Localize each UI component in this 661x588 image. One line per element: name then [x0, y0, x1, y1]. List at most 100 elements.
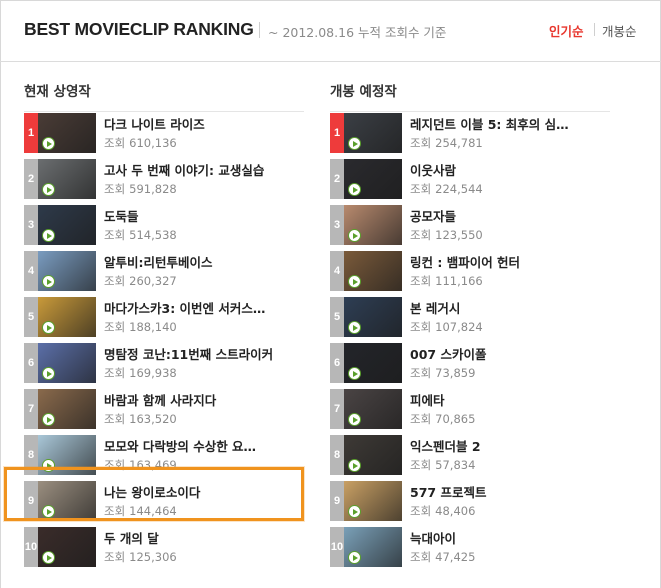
movie-thumbnail[interactable]: [38, 389, 96, 429]
rank-number: 1: [24, 113, 38, 153]
view-count-value: 48,406: [435, 504, 476, 518]
movie-thumbnail[interactable]: [344, 435, 402, 475]
play-icon[interactable]: [42, 367, 55, 380]
movie-title[interactable]: 공모자들: [410, 206, 620, 225]
view-count: 조회 144,464: [104, 503, 177, 519]
ranking-item[interactable]: 1 다크 나이트 라이즈조회 610,136: [24, 113, 324, 159]
tab-release-date[interactable]: 개봉순: [602, 21, 637, 40]
movie-title[interactable]: 모모와 다락방의 수상한 요…: [104, 436, 314, 455]
movie-title[interactable]: 익스펜더블 2: [410, 436, 620, 455]
movie-title[interactable]: 다크 나이트 라이즈: [104, 114, 314, 133]
movie-title[interactable]: 바람과 함께 사라지다: [104, 390, 314, 409]
movie-title[interactable]: 본 레거시: [410, 298, 620, 317]
rank-number: 1: [330, 113, 344, 153]
movie-thumbnail[interactable]: [344, 113, 402, 153]
movie-title[interactable]: 늑대아이: [410, 528, 620, 547]
movie-title[interactable]: 두 개의 달: [104, 528, 314, 547]
play-icon[interactable]: [42, 413, 55, 426]
ranking-item[interactable]: 2 이웃사람 조회 224,544: [330, 159, 630, 205]
movie-thumbnail[interactable]: [344, 297, 402, 337]
movie-thumbnail[interactable]: [344, 481, 402, 521]
play-icon[interactable]: [348, 367, 361, 380]
view-count-value: 57,834: [435, 458, 476, 472]
tab-popular[interactable]: 인기순: [549, 21, 584, 40]
play-icon[interactable]: [42, 229, 55, 242]
movie-thumbnail[interactable]: [38, 297, 96, 337]
ranking-item[interactable]: 5 마다가스카3: 이번엔 서커스… 조회 188,140: [24, 297, 324, 343]
play-icon[interactable]: [42, 137, 55, 150]
play-icon[interactable]: [348, 275, 361, 288]
ranking-item[interactable]: 6 명탐정 코난:11번째 스트라이커 조회 169,938: [24, 343, 324, 389]
movie-thumbnail[interactable]: [344, 205, 402, 245]
play-icon[interactable]: [348, 321, 361, 334]
movie-thumbnail[interactable]: [38, 481, 96, 521]
movie-title[interactable]: 마다가스카3: 이번엔 서커스…: [104, 298, 314, 317]
ranking-item[interactable]: 1 레지던트 이블 5: 최후의 심… 조회 254,781: [330, 113, 630, 159]
ranking-item[interactable]: 2 고사 두 번째 이야기: 교생실습 조회 591,828: [24, 159, 324, 205]
ranking-item[interactable]: 10 늑대아이 조회 47,425: [330, 527, 630, 573]
now-showing-column: 현재 상영작 1 다크 나이트 라이즈 조회 610,136 2 고사 두 번째 이야기:…: [24, 80, 324, 567]
rank-number: 10: [330, 527, 344, 567]
play-icon[interactable]: [42, 321, 55, 334]
movie-thumbnail[interactable]: [38, 113, 96, 153]
play-icon[interactable]: [42, 505, 55, 518]
movie-title[interactable]: 577 프로젝트: [410, 482, 620, 501]
ranking-item[interactable]: 3 공모자들 조회 123,550: [330, 205, 630, 251]
movie-title[interactable]: 링컨 : 뱀파이어 헌터: [410, 252, 620, 271]
play-icon[interactable]: [348, 551, 361, 564]
movie-thumbnail[interactable]: [344, 251, 402, 291]
view-count-label: 조회: [104, 366, 126, 380]
play-icon[interactable]: [42, 275, 55, 288]
movie-thumbnail[interactable]: [344, 159, 402, 199]
movie-thumbnail[interactable]: [344, 343, 402, 383]
play-icon[interactable]: [348, 459, 361, 472]
movie-title[interactable]: 나는 왕이로소이다: [104, 482, 314, 501]
ranking-item[interactable]: 4 링컨 : 뱀파이어 헌터 조회 111,166: [330, 251, 630, 297]
movie-thumbnail[interactable]: [38, 343, 96, 383]
rank-number: 9: [24, 481, 38, 521]
movie-title[interactable]: 이웃사람: [410, 160, 620, 179]
play-icon[interactable]: [348, 137, 361, 150]
movie-thumbnail[interactable]: [344, 389, 402, 429]
movie-thumbnail[interactable]: [38, 527, 96, 567]
play-icon[interactable]: [348, 413, 361, 426]
view-count: 조회 610,136: [104, 135, 177, 151]
ranking-item[interactable]: 8 익스펜더블 2 조회 57,834: [330, 435, 630, 481]
movie-thumbnail[interactable]: [38, 435, 96, 475]
view-count: 조회 123,550: [410, 227, 483, 243]
movie-title[interactable]: 알투비:리턴투베이스: [104, 252, 314, 271]
movie-thumbnail[interactable]: [38, 159, 96, 199]
play-icon[interactable]: [348, 229, 361, 242]
ranking-item[interactable]: 10 두 개의 달 조회 125,306: [24, 527, 324, 573]
movie-title[interactable]: 도둑들: [104, 206, 314, 225]
play-icon[interactable]: [42, 183, 55, 196]
movie-title[interactable]: 레지던트 이블 5: 최후의 심…: [410, 114, 620, 133]
movie-thumbnail[interactable]: [38, 251, 96, 291]
ranking-item[interactable]: 7 바람과 함께 사라지다 조회 163,520: [24, 389, 324, 435]
ranking-item[interactable]: 7 피에타 조회 70,865: [330, 389, 630, 435]
view-count: 조회 514,538: [104, 227, 177, 243]
play-icon[interactable]: [348, 505, 361, 518]
movie-title[interactable]: 피에타: [410, 390, 620, 409]
view-count-value: 47,425: [435, 550, 476, 564]
movie-title[interactable]: 고사 두 번째 이야기: 교생실습: [104, 160, 314, 179]
ranking-item[interactable]: 6 007 스카이폴 조회 73,859: [330, 343, 630, 389]
rank-number: 10: [24, 527, 38, 567]
view-count-label: 조회: [410, 366, 432, 380]
ranking-item[interactable]: 8 모모와 다락방의 수상한 요… 조회 163,469: [24, 435, 324, 481]
play-icon[interactable]: [42, 459, 55, 472]
movie-title[interactable]: 명탐정 코난:11번째 스트라이커: [104, 344, 314, 363]
view-count-label: 조회: [104, 504, 126, 518]
upcoming-column: 개봉 예정작 1 레지던트 이블 5: 최후의 심… 조회 254,781 2 이웃사람 조…: [330, 80, 630, 567]
ranking-item[interactable]: 4 알투비:리턴투베이스 조회 260,327: [24, 251, 324, 297]
movie-thumbnail[interactable]: [38, 205, 96, 245]
ranking-item[interactable]: 3 도둑들 조회 514,538: [24, 205, 324, 251]
view-count-label: 조회: [104, 182, 126, 196]
play-icon[interactable]: [348, 183, 361, 196]
play-icon[interactable]: [42, 551, 55, 564]
ranking-item[interactable]: 5 본 레거시 조회 107,824: [330, 297, 630, 343]
ranking-item[interactable]: 9 577 프로젝트 조회 48,406: [330, 481, 630, 527]
ranking-item[interactable]: 9 나는 왕이로소이다조회 144,464: [24, 481, 324, 527]
movie-thumbnail[interactable]: [344, 527, 402, 567]
movie-title[interactable]: 007 스카이폴: [410, 344, 620, 363]
